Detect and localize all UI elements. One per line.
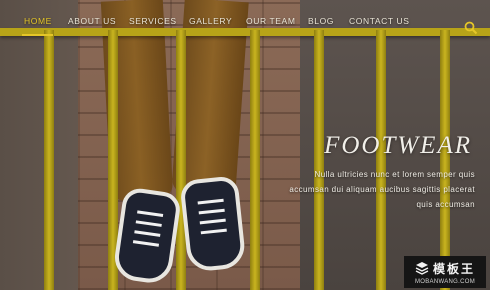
nav-our-team[interactable]: OUR TEAM [246, 16, 296, 26]
nav-gallery[interactable]: GALLERY [189, 16, 232, 26]
nav-about-us[interactable]: ABOUT US [68, 16, 116, 26]
nav-services[interactable]: SERVICES [129, 16, 177, 26]
watermark-logo: 模板王 MOBANWANG.COM [404, 256, 486, 288]
railing-bar [314, 30, 324, 290]
railing-bar [440, 30, 450, 290]
main-nav: HOME ABOUT US SERVICES GALLERY OUR TEAM … [0, 12, 490, 38]
active-nav-indicator [22, 34, 53, 36]
nav-home[interactable]: HOME [24, 16, 52, 26]
hero-banner: HOME ABOUT US SERVICES GALLERY OUR TEAM … [0, 0, 490, 290]
hero-description-line: quis accumsan [416, 200, 475, 209]
hero-description-line: Nulla ultricies nunc et lorem semper qui… [314, 170, 475, 179]
railing-bar [376, 30, 386, 290]
nav-blog[interactable]: BLOG [308, 16, 334, 26]
right-sneaker [179, 175, 247, 273]
nav-contact-us[interactable]: CONTACT US [349, 16, 409, 26]
railing-bar [250, 30, 260, 290]
hero-title: FOOTWEAR [324, 132, 472, 159]
railing-bar [44, 30, 54, 290]
hero-description: Nulla ultricies nunc et lorem semper qui… [275, 167, 475, 212]
railing-bar [176, 30, 186, 290]
watermark-url: MOBANWANG.COM [414, 278, 475, 285]
watermark-name: 模板王 [432, 261, 475, 276]
search-icon[interactable] [464, 21, 478, 35]
stack-icon [415, 262, 429, 275]
hero-description-line: accumsan dui aliquam aucibus sagittis pl… [289, 185, 475, 194]
